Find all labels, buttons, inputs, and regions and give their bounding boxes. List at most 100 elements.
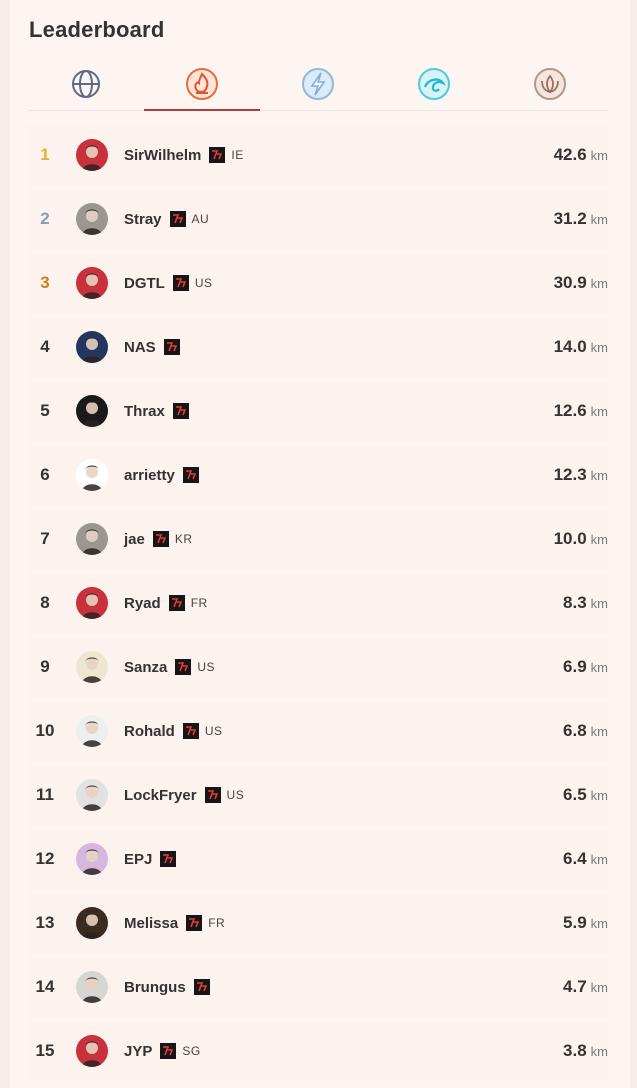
country-code: FR (190, 596, 208, 610)
player-name[interactable]: Melissa (124, 915, 178, 932)
rank-number: 15 (35, 1041, 55, 1060)
player-name[interactable]: Brungus (124, 979, 186, 996)
leaderboard-row[interactable]: 8 Ryad FR 8.3 km (28, 571, 608, 635)
avatar[interactable] (76, 267, 108, 299)
player-name[interactable]: DGTL (124, 275, 165, 292)
distance: 6.9 km (563, 635, 608, 699)
team-badge-icon (186, 915, 203, 931)
leaderboard-row[interactable]: 9 Sanza US 6.9 km (28, 635, 608, 699)
lightning-element-icon (302, 68, 334, 100)
tab-fire[interactable] (144, 58, 260, 111)
team-badge-icon (163, 339, 180, 355)
distance-unit: km (590, 595, 608, 611)
leaderboard-row[interactable]: 14 Brungus 4.7 km (28, 955, 608, 1019)
distance: 6.4 km (563, 827, 608, 891)
leaderboard-row[interactable]: 15 JYP SG 3.8 km (28, 1019, 608, 1083)
player-name[interactable]: EPJ (124, 851, 152, 868)
distance-unit: km (590, 787, 608, 803)
player-name[interactable]: Stray (124, 211, 162, 228)
tab-all[interactable] (28, 58, 144, 110)
distance-value: 4.7 (563, 977, 587, 996)
rank-number: 14 (35, 977, 55, 996)
distance-value: 6.8 (563, 721, 587, 740)
player-name[interactable]: Ryad (124, 595, 161, 612)
distance-unit: km (590, 659, 608, 675)
player-name[interactable]: NAS (124, 339, 156, 356)
leaderboard-row[interactable]: 5 Thrax 12.6 km (28, 379, 608, 443)
player-name[interactable]: Sanza (124, 659, 167, 676)
leaderboard-row[interactable]: 2 Stray AU 31.2 km (28, 187, 608, 251)
avatar[interactable] (76, 843, 108, 875)
player-name[interactable]: JYP (124, 1043, 152, 1060)
distance-unit: km (590, 339, 608, 355)
distance: 30.9 km (554, 251, 608, 315)
distance-value: 6.9 (563, 657, 587, 676)
distance-value: 14.0 (553, 337, 587, 356)
team-badge-icon (182, 467, 199, 483)
player-name[interactable]: LockFryer (124, 787, 197, 804)
leaderboard-row[interactable]: 6 arrietty 12.3 km (28, 443, 608, 507)
rank-number: 10 (35, 721, 55, 740)
leaderboard-row[interactable]: 4 NAS 14.0 km (28, 315, 608, 379)
leaderboard-title: Leaderboard (29, 17, 165, 42)
avatar[interactable] (76, 523, 108, 555)
distance-unit: km (590, 979, 608, 995)
country-code: US (197, 660, 216, 674)
leaderboard-row[interactable]: 1 SirWilhelm IE 42.6 km (28, 123, 608, 187)
avatar[interactable] (76, 779, 108, 811)
distance-value: 42.6 (553, 145, 587, 164)
distance: 31.2 km (554, 187, 608, 251)
leaderboard-row[interactable]: 3 DGTL US 30.9 km (28, 251, 608, 315)
tab-water[interactable] (376, 58, 492, 110)
team-badge-icon (209, 147, 226, 163)
rank-number: 3 (40, 273, 50, 292)
leaderboard-row[interactable]: 10 Rohald US 6.8 km (28, 699, 608, 763)
avatar[interactable] (76, 203, 108, 235)
distance: 4.7 km (563, 955, 608, 1019)
team-badge-icon (168, 595, 185, 611)
player-name[interactable]: arrietty (124, 467, 175, 484)
avatar[interactable] (76, 651, 108, 683)
distance-unit: km (590, 403, 608, 419)
leaderboard-row[interactable]: 11 LockFryer US 6.5 km (28, 763, 608, 827)
avatar[interactable] (76, 459, 108, 491)
player-name[interactable]: Thrax (124, 403, 165, 420)
rank-number: 13 (35, 913, 55, 932)
avatar[interactable] (76, 1035, 108, 1067)
team-badge-icon (172, 275, 189, 291)
distance-value: 31.2 (553, 209, 587, 228)
leaderboard-row[interactable]: 12 EPJ 6.4 km (28, 827, 608, 891)
tab-lightning[interactable] (260, 58, 376, 110)
distance-value: 10.0 (553, 529, 587, 548)
player-name[interactable]: SirWilhelm (124, 147, 201, 164)
leaderboard-row[interactable]: 7 jae KR 10.0 km (28, 507, 608, 571)
player-name[interactable]: Rohald (124, 723, 175, 740)
country-code: FR (208, 916, 226, 930)
distance-unit: km (590, 915, 608, 931)
distance-unit: km (590, 723, 608, 739)
avatar[interactable] (76, 587, 108, 619)
distance-value: 3.8 (563, 1041, 587, 1060)
avatar[interactable] (76, 331, 108, 363)
player-name[interactable]: jae (124, 531, 145, 548)
distance-unit: km (590, 211, 608, 227)
rank-number: 6 (40, 465, 50, 484)
avatar[interactable] (76, 907, 108, 939)
leaderboard-row[interactable]: 13 Melissa FR 5.9 km (28, 891, 608, 955)
rank-number: 9 (40, 657, 50, 676)
rank-number: 12 (35, 849, 55, 868)
distance: 6.5 km (563, 763, 608, 827)
fire-element-icon (186, 68, 218, 100)
distance: 8.3 km (563, 571, 608, 635)
team-badge-icon (160, 1043, 177, 1059)
country-code: IE (231, 148, 244, 162)
tab-nature[interactable] (492, 58, 608, 110)
avatar[interactable] (76, 715, 108, 747)
country-code: AU (191, 212, 210, 226)
avatar[interactable] (76, 971, 108, 1003)
avatar[interactable] (76, 395, 108, 427)
distance: 5.9 km (563, 891, 608, 955)
distance-value: 6.4 (563, 849, 587, 868)
avatar[interactable] (76, 139, 108, 171)
team-badge-icon (169, 211, 186, 227)
